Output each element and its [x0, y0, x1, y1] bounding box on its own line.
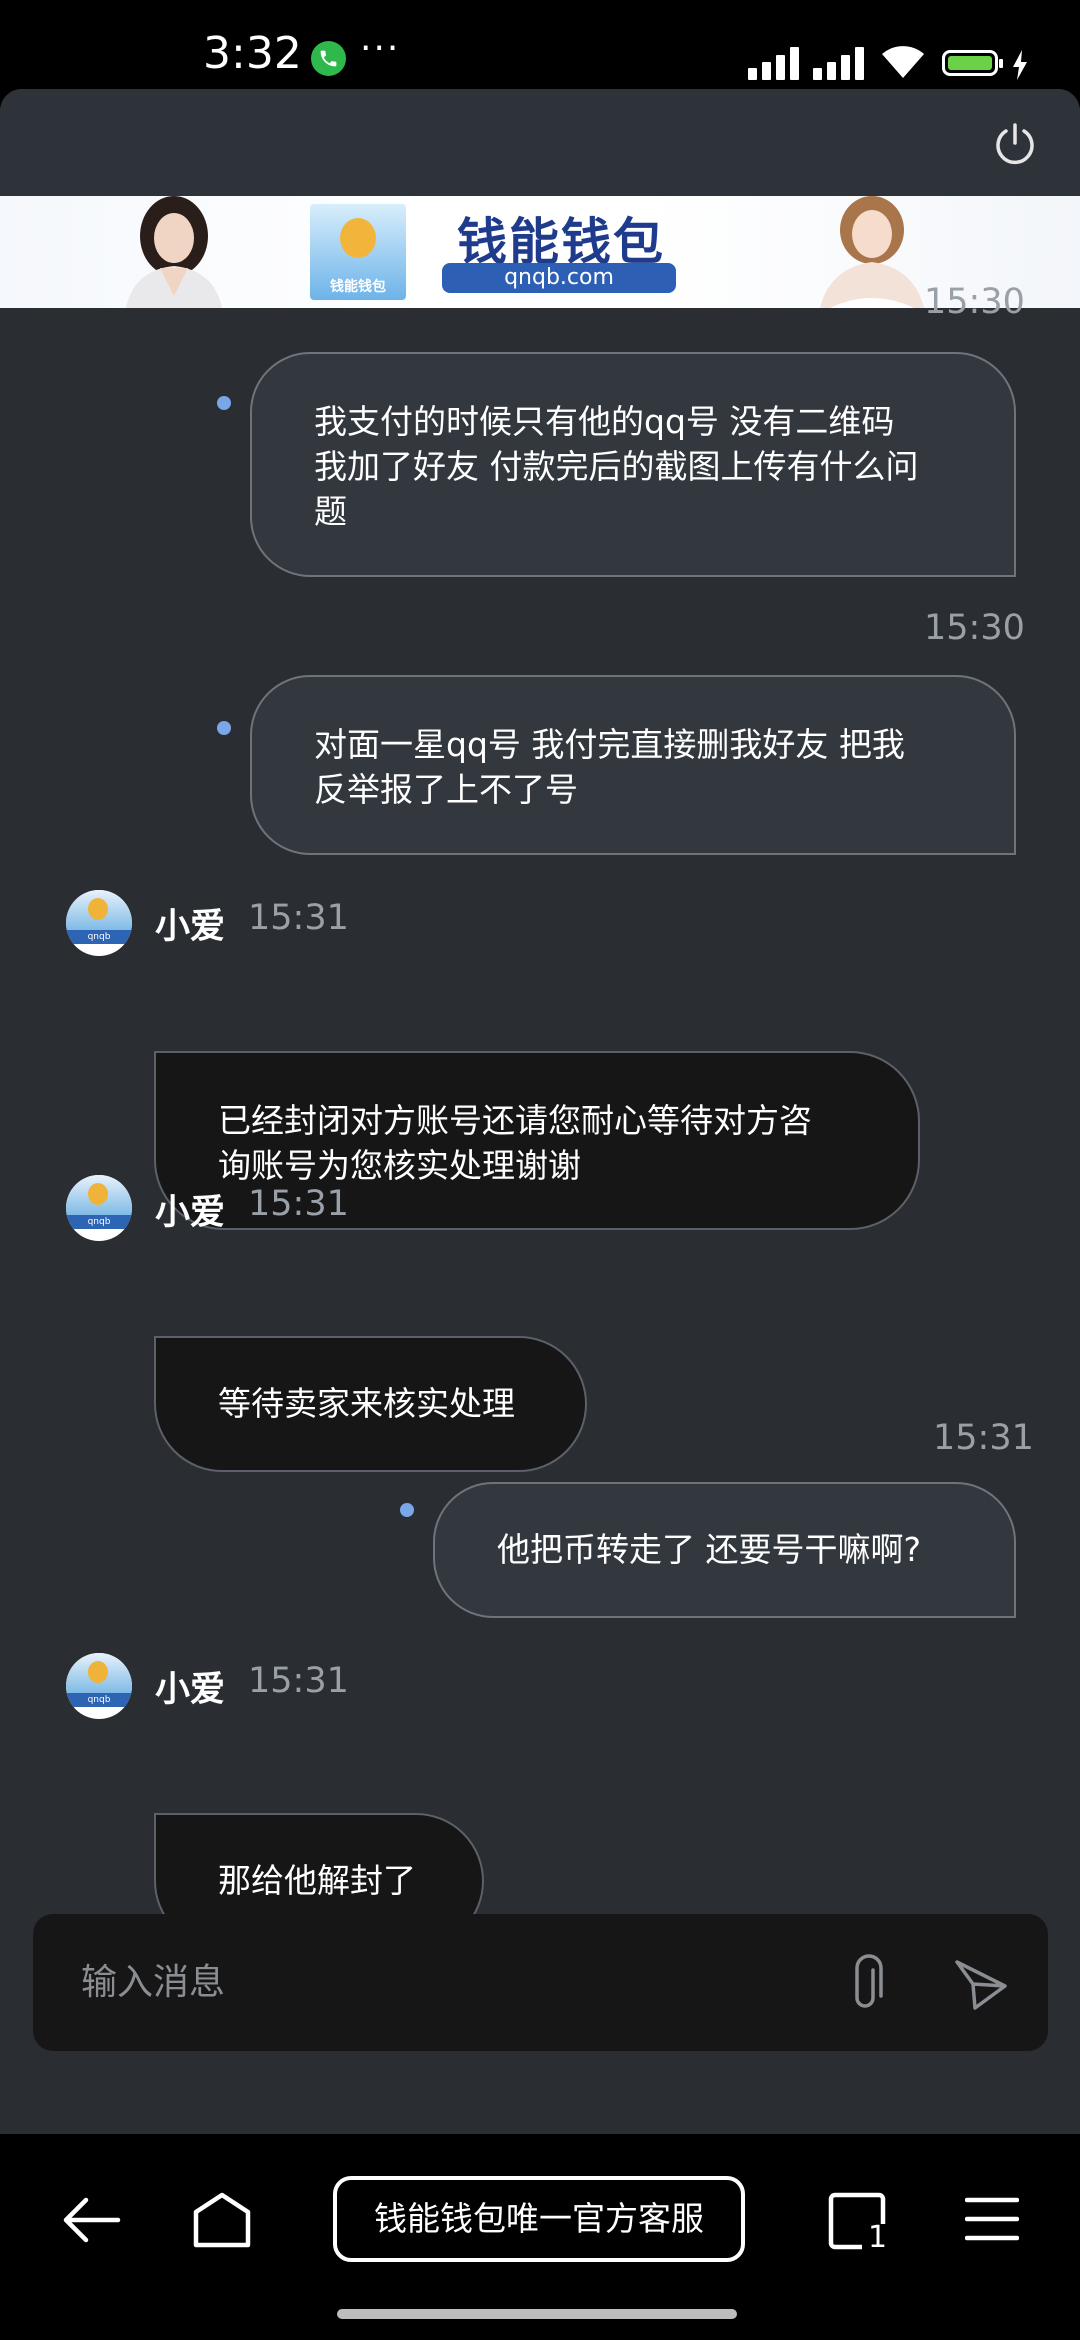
message-line: 题 [314, 492, 347, 531]
app-header [0, 89, 1080, 196]
home-icon[interactable] [193, 2192, 251, 2248]
avatar[interactable]: qnqb [66, 890, 132, 956]
sender-name: 小爱 [155, 1193, 226, 1233]
model-photo-right [820, 196, 924, 308]
tabs-icon[interactable]: 1 [828, 2192, 888, 2255]
charging-icon [1013, 50, 1027, 80]
message-list[interactable]: 15:30 我支付的时候只有他的qq号 没有二维码 我加了好友 付款完后的截图上… [0, 282, 1080, 1998]
power-icon[interactable] [992, 121, 1038, 167]
call-icon [311, 41, 346, 76]
message-line: 他把币转走了 还要号干嘛啊? [497, 1530, 922, 1569]
message-line: 已经封闭对方账号还请您耐心等待对方咨 [218, 1101, 812, 1140]
wifi-icon [882, 46, 924, 78]
message-time: 15:30 [924, 608, 1025, 648]
message-line: 询账号为您核实处理谢谢 [218, 1146, 581, 1185]
status-bar: 3:32 ··· [0, 0, 1080, 88]
signal-icon-2 [813, 44, 864, 80]
battery-icon [942, 50, 1003, 76]
avatar[interactable]: qnqb [66, 1653, 132, 1719]
outgoing-message[interactable]: 对面一星qq号 我付完直接删我好友 把我 反举报了上不了号 [250, 675, 1016, 855]
home-indicator[interactable] [337, 2309, 737, 2319]
banner-url[interactable]: qnqb.com [442, 263, 676, 293]
paperclip-icon[interactable] [841, 1954, 897, 2012]
chat-app: 钱能钱包 钱能钱包 qnqb.com 15:30 我支付的时候只有他的qq号 没… [0, 89, 1080, 2134]
message-line: 对面一星qq号 我付完直接删我好友 把我 [314, 725, 905, 764]
incoming-message[interactable]: 等待卖家来核实处理 [154, 1336, 587, 1472]
ad-banner[interactable]: 钱能钱包 钱能钱包 qnqb.com [0, 196, 1080, 308]
message-time: 15:31 [248, 1184, 349, 1224]
message-line: 等待卖家来核实处理 [218, 1384, 515, 1423]
message-composer [33, 1914, 1048, 2051]
unread-dot [217, 396, 231, 410]
sender-name: 小爱 [155, 907, 226, 947]
outgoing-message[interactable]: 我支付的时候只有他的qq号 没有二维码 我加了好友 付款完后的截图上传有什么问 … [250, 352, 1016, 577]
send-icon[interactable] [953, 1956, 1009, 2012]
unread-dot [400, 1503, 414, 1517]
message-line: 反举报了上不了号 [314, 770, 578, 809]
status-time: 3:32 [203, 28, 302, 79]
status-icons [748, 36, 1028, 80]
message-time: 15:31 [248, 1661, 349, 1701]
sender-name: 小爱 [155, 1670, 226, 1710]
page-title-button[interactable]: 钱能钱包唯一官方客服 [333, 2176, 745, 2262]
message-line: 我支付的时候只有他的qq号 没有二维码 [314, 402, 895, 441]
message-time: 15:31 [933, 1418, 1034, 1458]
message-input[interactable] [33, 1914, 813, 2051]
back-arrow-icon[interactable] [60, 2196, 122, 2244]
avatar[interactable]: qnqb [66, 1175, 132, 1241]
menu-icon[interactable] [965, 2196, 1019, 2242]
model-photo-left [126, 196, 222, 308]
unread-dot [217, 721, 231, 735]
more-notifications-icon: ··· [360, 28, 401, 69]
tab-count: 1 [868, 2220, 888, 2255]
message-line: 我加了好友 付款完后的截图上传有什么问 [314, 447, 919, 486]
message-time: 15:31 [248, 898, 349, 938]
message-time: 15:30 [924, 282, 1025, 322]
wallet-logo: 钱能钱包 [310, 204, 406, 300]
signal-icon [748, 44, 799, 80]
outgoing-message[interactable]: 他把币转走了 还要号干嘛啊? [433, 1482, 1016, 1618]
